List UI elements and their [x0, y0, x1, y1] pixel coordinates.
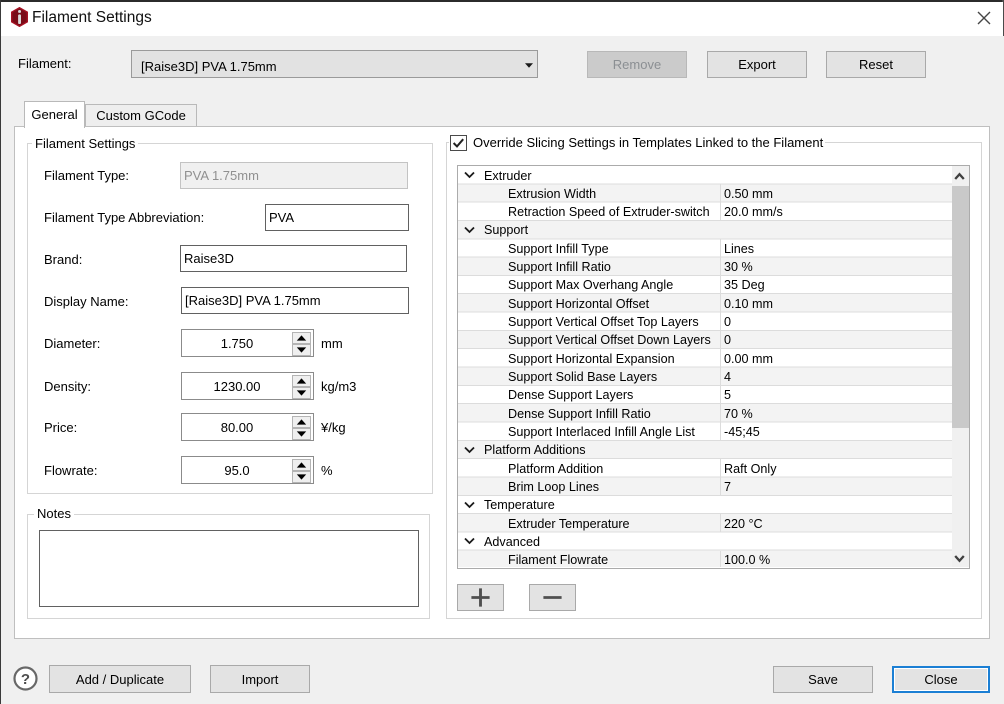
svg-text:?: ? [21, 671, 30, 688]
